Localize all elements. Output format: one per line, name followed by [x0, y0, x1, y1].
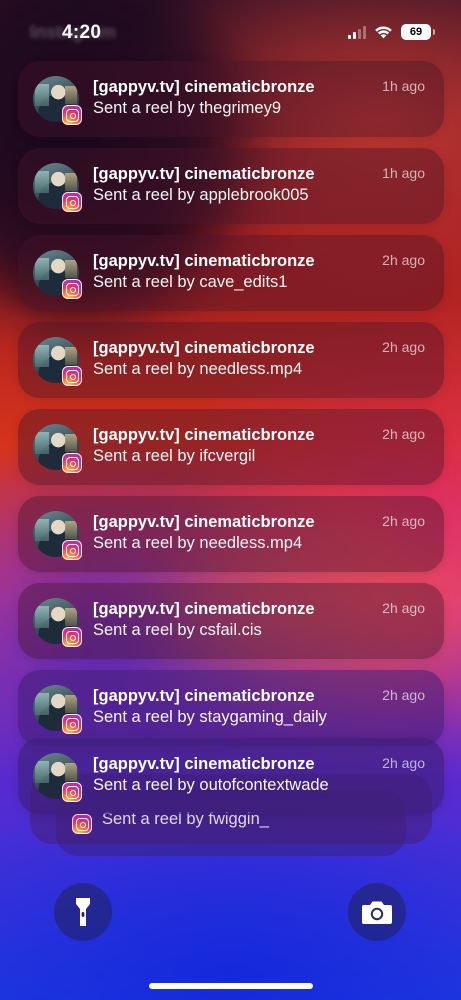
camera-button[interactable] — [348, 883, 406, 941]
instagram-icon — [62, 366, 82, 386]
signal-icon — [348, 25, 366, 39]
instagram-icon — [72, 814, 92, 834]
notification-title: [gappyv.tv] cinematicbronze — [93, 755, 315, 773]
instagram-icon — [62, 782, 82, 802]
notification-card[interactable]: [gappyv.tv] cinematicbronze Sent a reel … — [18, 583, 444, 659]
flashlight-icon — [76, 898, 90, 926]
notification-time: 2h ago — [382, 252, 425, 268]
notification-card[interactable]: [gappyv.tv] cinematicbronze Sent a reel … — [18, 496, 444, 572]
notification-title: [gappyv.tv] cinematicbronze — [93, 165, 315, 183]
notification-time: 2h ago — [382, 687, 425, 703]
flashlight-button[interactable] — [54, 883, 112, 941]
notification-card[interactable]: [gappyv.tv] cinematicbronze Sent a reel … — [18, 235, 444, 311]
instagram-icon — [62, 279, 82, 299]
notification-body: Sent a reel by applebrook005 — [93, 186, 309, 204]
instagram-icon — [62, 627, 82, 647]
notification-title: [gappyv.tv] cinematicbronze — [93, 513, 315, 531]
notification-body: Sent a reel by thegrimey9 — [93, 99, 282, 117]
status-bar: Instagram 4:20 69 — [0, 0, 461, 62]
notification-body: Sent a reel by outofcontextwade — [93, 776, 329, 794]
notification-card[interactable]: [gappyv.tv] cinematicbronze Sent a reel … — [18, 670, 444, 746]
notification-card[interactable]: [gappyv.tv] cinematicbronze Sent a reel … — [18, 322, 444, 398]
notification-time: 2h ago — [382, 339, 425, 355]
notification-card[interactable]: [gappyv.tv] cinematicbronze Sent a reel … — [18, 409, 444, 485]
notification-time: 2h ago — [382, 600, 425, 616]
notification-title: [gappyv.tv] cinematicbronze — [93, 339, 315, 357]
notification-time: 2h ago — [382, 513, 425, 529]
notification-body: Sent a reel by staygaming_daily — [93, 708, 327, 726]
instagram-icon — [62, 540, 82, 560]
instagram-icon — [62, 453, 82, 473]
notification-card[interactable]: [gappyv.tv] cinematicbronze Sent a reel … — [18, 61, 444, 137]
notification-time: 2h ago — [382, 755, 425, 771]
notification-time: 1h ago — [382, 78, 425, 94]
notification-body: Sent a reel by needless.mp4 — [93, 534, 303, 552]
notification-title: [gappyv.tv] cinematicbronze — [93, 687, 315, 705]
instagram-icon — [62, 714, 82, 734]
home-indicator[interactable] — [149, 983, 313, 989]
instagram-icon — [62, 105, 82, 125]
notification-time: 1h ago — [382, 165, 425, 181]
camera-icon — [362, 901, 392, 924]
notification-title: [gappyv.tv] cinematicbronze — [93, 252, 315, 270]
notification-title: [gappyv.tv] cinematicbronze — [93, 600, 315, 618]
notification-body: Sent a reel by ifcvergil — [93, 447, 256, 465]
instagram-icon — [62, 192, 82, 212]
notification-card[interactable]: [gappyv.tv] cinematicbronze Sent a reel … — [18, 738, 444, 814]
battery-icon: 69 — [401, 24, 435, 40]
notification-body: Sent a reel by csfail.cis — [93, 621, 262, 639]
notification-body: Sent a reel by needless.mp4 — [93, 360, 303, 378]
notification-card[interactable]: [gappyv.tv] cinematicbronze Sent a reel … — [18, 148, 444, 224]
notification-title: [gappyv.tv] cinematicbronze — [93, 426, 315, 444]
notification-title: [gappyv.tv] cinematicbronze — [93, 78, 315, 96]
status-icons: 69 — [348, 24, 435, 40]
wifi-icon — [375, 26, 392, 39]
notification-body: Sent a reel by cave_edits1 — [93, 273, 288, 291]
notification-time: 2h ago — [382, 426, 425, 442]
status-time: 4:20 — [62, 22, 102, 43]
